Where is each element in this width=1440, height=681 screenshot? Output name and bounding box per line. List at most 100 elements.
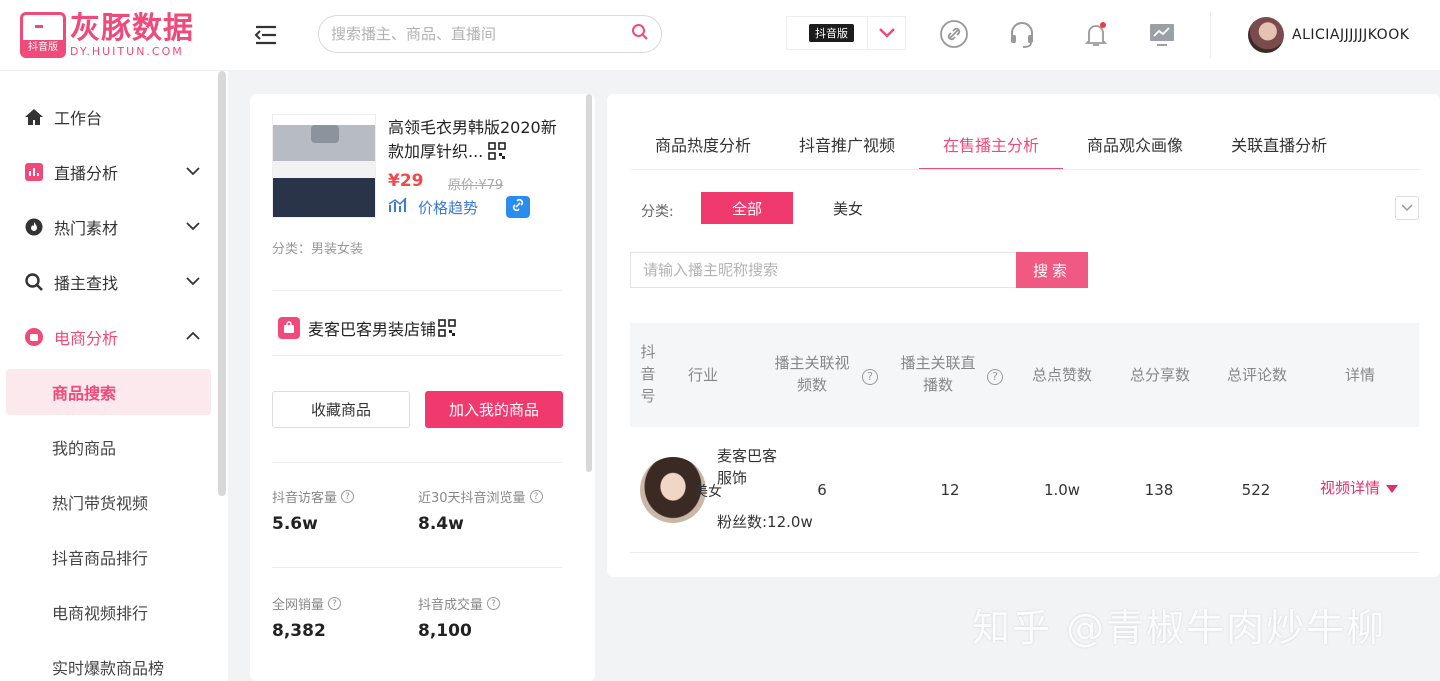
video-detail-link[interactable]: 视频详情: [1320, 477, 1399, 498]
sidebar-item-hot-material[interactable]: 热门素材: [0, 204, 218, 250]
cell-shares: 138: [1144, 481, 1174, 499]
sidebar-sub-product-ranking[interactable]: 抖音商品排行: [6, 534, 211, 580]
headset-icon[interactable]: [1006, 18, 1038, 50]
cell-comments: 522: [1241, 481, 1271, 499]
version-badge: 抖音版: [809, 24, 854, 42]
tab-product-heat[interactable]: 商品热度分析: [631, 124, 775, 170]
product-title[interactable]: 高领毛衣男韩版2020新款加厚针织...: [388, 118, 557, 161]
table-row[interactable]: 麦客巴客服饰 美女 粉丝数:12.0w 6 12 1.0w 138 522 视频…: [630, 427, 1419, 553]
add-to-my-products-button[interactable]: 加入我的商品: [425, 391, 563, 428]
trend-chart-icon: [388, 196, 408, 218]
product-image[interactable]: [272, 114, 376, 218]
global-search-box: [318, 15, 662, 53]
username: ALICIAJJJJJJKOOK: [1292, 27, 1410, 43]
stat-30day-views: 近30天抖音浏览量? 8.4w: [418, 487, 543, 534]
bell-icon[interactable]: [1080, 18, 1112, 50]
streamer-fans: 粉丝数:12.0w: [717, 513, 813, 531]
col-header-douyin-id: 抖 音 号: [640, 343, 656, 405]
sidebar-item-workbench[interactable]: 工作台: [0, 94, 218, 140]
help-icon[interactable]: ?: [328, 597, 342, 610]
divider: [272, 355, 562, 356]
stat-value: 8,382: [272, 621, 326, 641]
product-price: ¥29: [388, 171, 424, 191]
category-all-button[interactable]: 全部: [701, 192, 793, 224]
sidebar-item-streamer-search[interactable]: 播主查找: [0, 259, 218, 305]
help-icon[interactable]: ?: [986, 364, 1004, 385]
category-filter-label: 分类:: [641, 204, 674, 220]
shop-link[interactable]: 麦客巴客男装店铺: [278, 316, 456, 340]
col-header-industry: 行业: [687, 366, 718, 384]
chevron-down-icon[interactable]: [867, 17, 905, 49]
avatar: [1248, 17, 1284, 53]
favorite-product-button[interactable]: 收藏商品: [272, 391, 410, 428]
stat-label: 全网销量: [272, 598, 325, 613]
chevron-down-icon: [1401, 200, 1413, 216]
search-icon[interactable]: [631, 23, 649, 45]
shopping-bag-icon: [24, 327, 44, 347]
stat-label: 抖音访客量: [272, 491, 338, 506]
price-trend-label: 价格趋势: [418, 198, 479, 217]
help-icon[interactable]: ?: [861, 364, 879, 385]
sidebar-item-label: 直播分析: [54, 164, 119, 183]
logo-mark-icon: 抖音版: [20, 12, 66, 58]
streamer-name[interactable]: 麦客巴客服饰: [717, 445, 791, 489]
menu-toggle-icon[interactable]: [252, 22, 280, 48]
col-header-likes: 总点赞数: [1031, 366, 1092, 384]
tab-audience-profile[interactable]: 商品观众画像: [1063, 124, 1207, 170]
sidebar-sub-hot-videos[interactable]: 热门带货视频: [6, 479, 211, 525]
stat-label: 近30天抖音浏览量: [418, 491, 526, 506]
tab-streamer-analysis[interactable]: 在售播主分析: [919, 124, 1064, 170]
sidebar-sub-product-search[interactable]: 商品搜索: [6, 369, 211, 415]
price-trend-link[interactable]: 价格趋势: [388, 196, 478, 218]
sidebar-scrollbar[interactable]: [218, 71, 226, 496]
global-search-input[interactable]: [331, 25, 631, 43]
streamer-industry: 美女: [694, 484, 722, 500]
analysis-tabs: 商品热度分析 抖音推广视频 在售播主分析 商品观众画像 关联直播分析: [631, 124, 1351, 170]
cell-likes: 1.0w: [1043, 481, 1081, 499]
col-header-related-videos: 播主关联视 频数: [774, 354, 850, 394]
stat-label: 抖音成交量: [418, 598, 484, 613]
brand-logo[interactable]: 抖音版 灰豚数据 DY.HUITUN.COM: [0, 0, 228, 70]
copy-link-button[interactable]: [506, 196, 530, 218]
user-menu[interactable]: ALICIAJJJJJJKOOK: [1248, 17, 1409, 53]
sidebar-sub-video-ranking[interactable]: 电商视频排行: [6, 589, 211, 635]
chevron-down-icon: [186, 274, 200, 290]
sidebar-item-label: 电商分析: [54, 329, 119, 348]
col-header-comments: 总评论数: [1226, 366, 1287, 384]
product-panel-scrollbar[interactable]: [586, 94, 592, 472]
tab-promo-videos[interactable]: 抖音推广视频: [775, 124, 919, 170]
help-icon[interactable]: ?: [529, 490, 543, 503]
search-icon: [24, 272, 44, 292]
version-selector[interactable]: 抖音版: [786, 16, 906, 50]
help-icon[interactable]: ?: [341, 490, 355, 503]
sidebar-sub-my-products[interactable]: 我的商品: [6, 424, 211, 470]
sidebar-item-ecommerce-analysis[interactable]: 电商分析: [0, 314, 218, 360]
logo-tag: 抖音版: [23, 40, 63, 55]
table-header: 抖 音 号 行业 播主关联视 频数 ? 播主关联直 播数 ? 总点赞数 总分享数…: [630, 323, 1419, 427]
chevron-down-icon: [186, 219, 200, 235]
streamer-search-input[interactable]: [630, 252, 1016, 288]
qr-code-icon[interactable]: [438, 319, 456, 337]
stat-value: 5.6w: [272, 514, 318, 534]
streamer-search-button[interactable]: 搜索: [1016, 252, 1088, 288]
qr-code-icon[interactable]: [488, 142, 507, 160]
tabs-divider: [631, 169, 1421, 170]
expand-filters-button[interactable]: [1395, 196, 1419, 220]
help-icon[interactable]: ?: [487, 597, 501, 610]
top-header: 抖音版 ALICIAJJJJJJKOOK: [228, 0, 1440, 70]
stat-douyin-visitors: 抖音访客量? 5.6w: [272, 487, 355, 534]
sidebar-sub-realtime-hot[interactable]: 实时爆款商品榜: [6, 644, 211, 681]
chevron-down-icon: [186, 164, 200, 180]
category-beauty-button[interactable]: 美女: [833, 192, 863, 224]
sidebar-item-live-analysis[interactable]: 直播分析: [0, 149, 218, 195]
divider: [272, 462, 562, 463]
tab-related-live[interactable]: 关联直播分析: [1207, 124, 1351, 170]
link-icon[interactable]: [938, 18, 970, 50]
col-header-related-lives: 播主关联直 播数: [900, 354, 976, 394]
col-header-shares: 总分享数: [1129, 366, 1190, 384]
video-detail-label: 视频详情: [1320, 479, 1381, 497]
divider: [272, 567, 562, 568]
bar-chart-icon: [24, 162, 44, 182]
monitor-chart-icon[interactable]: [1146, 18, 1178, 50]
link-icon: [511, 198, 525, 216]
